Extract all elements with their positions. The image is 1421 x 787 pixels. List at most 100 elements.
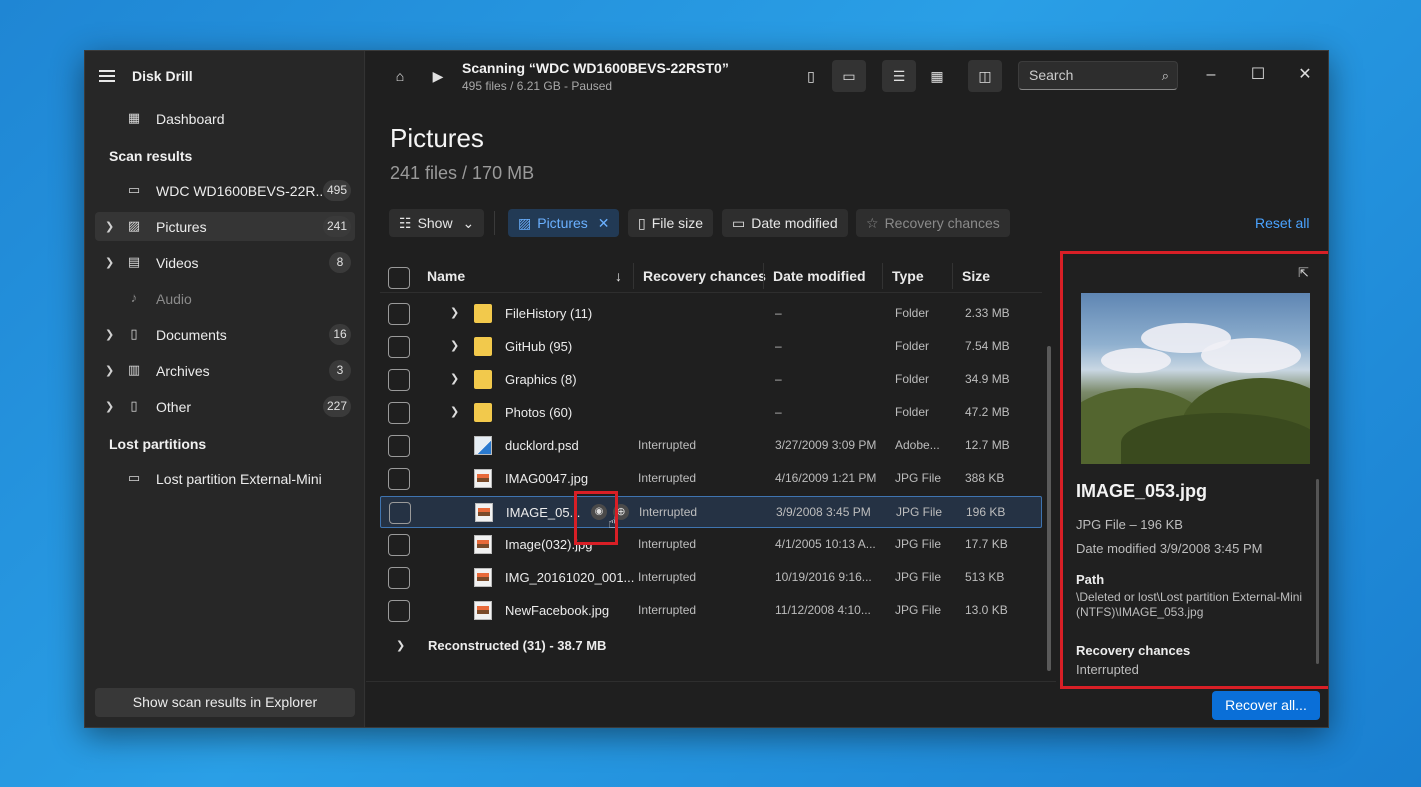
- table-row[interactable]: NewFacebook.jpg Interrupted 11/12/2008 4…: [380, 595, 1042, 627]
- sidebar-item-other[interactable]: ❯ ▯ Other 227: [95, 392, 355, 421]
- table-row[interactable]: IMG_20161020_001... Interrupted 10/19/20…: [380, 562, 1042, 594]
- recovery-chances-filter[interactable]: ☆ Recovery chances: [856, 209, 1010, 237]
- type-cell: Folder: [895, 405, 930, 419]
- table-row[interactable]: ❯ Graphics (8) – Folder 34.9 MB: [380, 364, 1042, 396]
- row-checkbox[interactable]: [388, 567, 410, 589]
- other-file-icon: ▯: [130, 398, 138, 413]
- chevron-right-icon[interactable]: ❯: [105, 328, 114, 341]
- close-icon[interactable]: ✕: [1290, 63, 1320, 87]
- minimize-icon[interactable]: –: [1196, 63, 1226, 87]
- size-cell: 47.2 MB: [965, 405, 1010, 419]
- table-scrollbar[interactable]: [1047, 346, 1051, 671]
- star-icon: ☆: [866, 215, 879, 231]
- chevron-right-icon[interactable]: ❯: [396, 639, 405, 652]
- chevron-right-icon[interactable]: ❯: [105, 220, 114, 233]
- chevron-right-icon[interactable]: ❯: [450, 339, 459, 352]
- table-row[interactable]: IMAG0047.jpg Interrupted 4/16/2009 1:21 …: [380, 463, 1042, 495]
- size-cell: 13.0 KB: [965, 603, 1008, 617]
- sidebar-item-label: Other: [156, 399, 192, 415]
- row-checkbox[interactable]: [388, 402, 410, 424]
- size-cell: 7.54 MB: [965, 339, 1010, 353]
- play-icon[interactable]: ▶: [421, 60, 455, 92]
- search-input[interactable]: Search ⌕: [1018, 61, 1178, 90]
- table-row-selected[interactable]: IMAGE_05... ◉ ⊕ ☝ Interrupted 3/9/2008 3…: [380, 496, 1042, 532]
- sidebar-item-label: Videos: [156, 255, 199, 271]
- select-all-checkbox[interactable]: [388, 267, 410, 289]
- sidebar-item-documents[interactable]: ❯ ▯ Documents 16: [95, 320, 355, 349]
- table-row[interactable]: ducklord.psd Interrupted 3/27/2009 3:09 …: [380, 430, 1042, 462]
- table-row[interactable]: ❯ FileHistory (11) – Folder 2.33 MB: [380, 298, 1042, 330]
- show-in-explorer-button[interactable]: Show scan results in Explorer: [95, 688, 355, 717]
- sliders-icon: ☷: [399, 215, 412, 231]
- file-size-filter[interactable]: ▯ File size: [628, 209, 714, 237]
- sidebar-item-audio[interactable]: ♪ Audio: [95, 284, 355, 313]
- date-cell: 4/16/2009 1:21 PM: [775, 471, 877, 485]
- date-modified-filter[interactable]: ▭ Date modified: [722, 209, 848, 237]
- preview-pane-icon[interactable]: ◫: [968, 60, 1002, 92]
- search-icon[interactable]: ⌕: [1162, 62, 1169, 89]
- picture-icon: ▨: [518, 215, 532, 231]
- grid-icon: ▦: [127, 110, 141, 125]
- row-checkbox[interactable]: [388, 369, 410, 391]
- column-date-modified[interactable]: Date modified: [773, 268, 866, 284]
- chevron-right-icon[interactable]: ❯: [450, 372, 459, 385]
- chevron-right-icon[interactable]: ❯: [450, 306, 459, 319]
- sort-arrow-icon[interactable]: ↓: [615, 268, 622, 284]
- row-checkbox[interactable]: [388, 336, 410, 358]
- file-view-icon[interactable]: ▯: [794, 60, 828, 92]
- table-row[interactable]: Image(032).jpg Interrupted 4/1/2005 10:1…: [380, 529, 1042, 561]
- column-size[interactable]: Size: [962, 268, 990, 284]
- maximize-icon[interactable]: ☐: [1243, 63, 1273, 87]
- sidebar-item-pictures[interactable]: ❯ ▨ Pictures 241: [95, 212, 355, 241]
- row-checkbox[interactable]: [388, 435, 410, 457]
- column-recovery-chances[interactable]: Recovery chances: [643, 268, 766, 284]
- column-type[interactable]: Type: [892, 268, 924, 284]
- file-icon: ▯: [638, 215, 646, 231]
- folder-icon: [474, 337, 492, 356]
- sidebar-item-lost-partition[interactable]: ▭ Lost partition External-Mini (...: [95, 464, 355, 493]
- type-cell: Folder: [895, 306, 930, 320]
- folder-icon: [474, 304, 492, 323]
- table-row[interactable]: ❯ GitHub (95) – Folder 7.54 MB: [380, 331, 1042, 363]
- row-checkbox[interactable]: [388, 534, 410, 556]
- reconstructed-group[interactable]: Reconstructed (31) - 38.7 MB: [428, 638, 606, 653]
- file-name: GitHub (95): [505, 339, 573, 354]
- type-cell: JPG File: [895, 537, 942, 551]
- folder-view-icon[interactable]: ▭: [832, 60, 866, 92]
- sidebar-item-videos[interactable]: ❯ ▤ Videos 8: [95, 248, 355, 277]
- chevron-right-icon[interactable]: ❯: [450, 405, 459, 418]
- chevron-right-icon[interactable]: ❯: [105, 364, 114, 377]
- sidebar-item-dashboard[interactable]: ▦ Dashboard: [95, 104, 355, 133]
- count-badge: 495: [322, 180, 351, 201]
- pictures-filter-chip[interactable]: ▨ Pictures ✕: [508, 209, 620, 237]
- size-cell: 513 KB: [965, 570, 1005, 584]
- annotation-highlight: [1060, 251, 1328, 689]
- show-filter-dropdown[interactable]: ☷ Show ⌄: [389, 209, 485, 237]
- date-cell: 11/12/2008 4:10...: [775, 603, 871, 617]
- remove-filter-icon[interactable]: ✕: [598, 215, 610, 231]
- reset-all-link[interactable]: Reset all: [1255, 215, 1309, 231]
- folder-icon: [474, 370, 492, 389]
- image-file-icon: [474, 469, 492, 488]
- sidebar-item-label: Dashboard: [156, 111, 225, 127]
- sidebar-item-archives[interactable]: ❯ ▥ Archives 3: [95, 356, 355, 385]
- search-placeholder: Search: [1029, 67, 1074, 83]
- table-row[interactable]: ❯ Photos (60) – Folder 47.2 MB: [380, 397, 1042, 429]
- row-checkbox[interactable]: [388, 303, 410, 325]
- recover-all-button[interactable]: Recover all...: [1212, 691, 1320, 720]
- list-view-icon[interactable]: ☰: [882, 60, 916, 92]
- chevron-right-icon[interactable]: ❯: [105, 256, 114, 269]
- grid-view-icon[interactable]: ▦: [920, 60, 954, 92]
- image-file-icon: [474, 535, 492, 554]
- sidebar-item-drive[interactable]: ▭ WDC WD1600BEVS-22R... 495: [95, 176, 355, 205]
- column-separator: [952, 263, 953, 289]
- type-cell: Folder: [895, 372, 930, 386]
- row-checkbox[interactable]: [388, 468, 410, 490]
- column-name[interactable]: Name: [427, 268, 465, 284]
- hamburger-menu-icon[interactable]: [99, 70, 115, 82]
- row-checkbox[interactable]: [389, 502, 411, 524]
- row-checkbox[interactable]: [388, 600, 410, 622]
- date-modified-label: Date modified: [751, 215, 838, 231]
- chevron-right-icon[interactable]: ❯: [105, 400, 114, 413]
- home-icon[interactable]: ⌂: [383, 60, 417, 92]
